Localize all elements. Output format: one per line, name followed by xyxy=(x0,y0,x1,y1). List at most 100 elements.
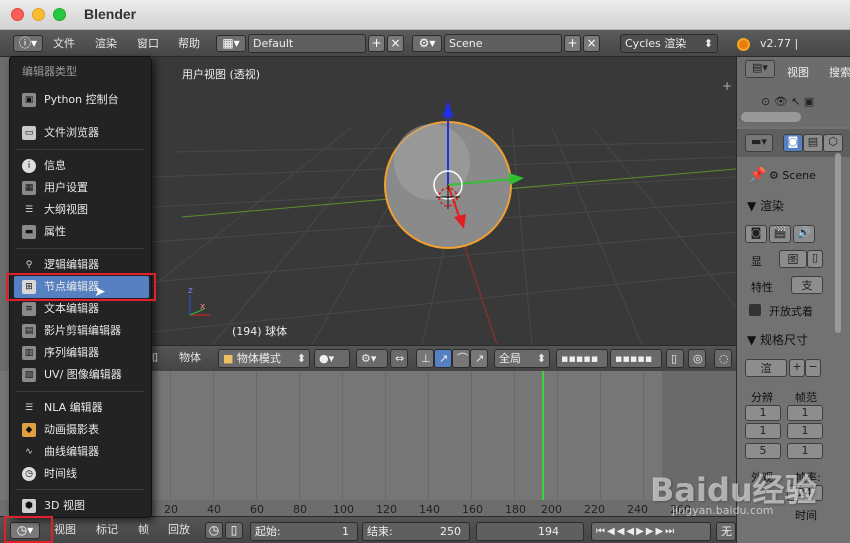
render-audio-button[interactable]: 🔊 xyxy=(793,225,815,243)
menu-item-dope-sheet[interactable]: ◆ 动画摄影表 xyxy=(10,419,151,441)
outliner-visibility-icons[interactable]: ⊙ 👁 ↖ ▣ xyxy=(761,95,814,108)
menu-item-timeline[interactable]: ◷ 时间线 xyxy=(10,463,151,485)
menu-item-text-editor[interactable]: ≡ 文本编辑器 xyxy=(10,298,151,320)
pin-icon[interactable]: 📌 xyxy=(749,167,766,183)
open-shading-checkbox[interactable] xyxy=(749,304,761,316)
layers-grid-left[interactable]: ▪▪▪▪▪ xyxy=(556,349,608,368)
sync-mode-select[interactable]: 无 xyxy=(716,522,736,541)
render-animation-button[interactable]: 🎬 xyxy=(769,225,791,243)
render-tab-icon[interactable]: ◙ xyxy=(783,134,803,152)
menu-item-nla-editor[interactable]: ☰ NLA 编辑器 xyxy=(10,397,151,419)
menu-render[interactable]: 渲染 xyxy=(95,30,117,57)
dimensions-panel-title[interactable]: ▼ 规格尺寸 xyxy=(747,331,808,348)
lock-layers-icon[interactable]: ▯ xyxy=(666,349,684,368)
menu-item-sequence-editor[interactable]: ▥ 序列编辑器 xyxy=(10,342,151,364)
lock-icon[interactable]: ▯ xyxy=(225,522,243,539)
layout-field[interactable]: Default xyxy=(248,34,366,53)
add-preset-button[interactable]: + xyxy=(789,359,805,377)
zoom-window-button[interactable] xyxy=(53,8,66,21)
frame-step-field[interactable]: 1 xyxy=(787,443,823,459)
resolution-y-field[interactable]: 1 xyxy=(745,423,781,439)
feature-select[interactable]: 支 xyxy=(791,276,823,294)
render-image-button[interactable]: ◙ xyxy=(745,225,767,243)
menu-file[interactable]: 文件 xyxy=(53,30,75,57)
layers-manipulator-icon[interactable]: ⇔ xyxy=(390,349,408,368)
render-engine-select[interactable]: Cycles 渲染 ⬍ xyxy=(620,34,718,53)
properties-editor-type-button[interactable]: ▬▾ xyxy=(745,134,773,152)
transform-orientation-select[interactable]: 全局 ⬍ xyxy=(494,349,550,368)
layout-selector-icon[interactable]: ▦▾ xyxy=(216,35,246,52)
add-scene-button[interactable]: + xyxy=(564,35,581,52)
display-lock-icon[interactable]: ▯ xyxy=(807,250,823,268)
outliner-search-menu[interactable]: 搜索 xyxy=(829,64,850,80)
start-frame-value: 1 xyxy=(342,525,349,538)
outliner-view-menu[interactable]: 视图 xyxy=(787,64,809,80)
scene-field[interactable]: Scene xyxy=(444,34,562,53)
current-frame-line[interactable] xyxy=(542,371,544,516)
timeline-menu-marker[interactable]: 标记 xyxy=(96,517,118,543)
menu-item-file-browser[interactable]: ▭ 文件浏览器 xyxy=(10,122,151,144)
menu-item-uv-image-editor[interactable]: ▧ UV/ 图像编辑器 xyxy=(10,364,151,386)
layers-tab-icon[interactable]: ▤ xyxy=(803,134,823,152)
playback-controls[interactable]: ⏮◀◀◀▶▶▶⏭ xyxy=(591,522,711,541)
outliner-scrollbar[interactable] xyxy=(741,112,801,122)
start-frame-field[interactable]: 起始: 1 xyxy=(250,522,358,541)
render-preview-icon[interactable]: ◎ xyxy=(688,349,706,368)
properties-toggle-icon[interactable]: + xyxy=(722,79,732,93)
properties-scrollbar[interactable] xyxy=(835,153,841,333)
tick-label: 80 xyxy=(293,503,307,516)
render-panel-title[interactable]: ▼ 渲染 xyxy=(747,197,784,214)
frame-start-field[interactable]: 1 xyxy=(787,405,823,421)
menu-item-3d-view[interactable]: ⬢ 3D 视图 xyxy=(10,495,151,517)
snap-icon[interactable]: ◌ xyxy=(714,349,732,368)
menu-item-user-preferences[interactable]: ▦ 用户设置 xyxy=(10,177,151,199)
resolution-x-field[interactable]: 1 xyxy=(745,405,781,421)
info-icon: i xyxy=(22,159,36,173)
scene-tab-icon[interactable]: ⬡ xyxy=(823,134,843,152)
scale-tool-icon[interactable]: ↗ xyxy=(470,349,488,368)
resolution-percent-field[interactable]: 5 xyxy=(745,443,781,459)
timeline-menu-view[interactable]: 视图 xyxy=(54,517,76,543)
remove-layout-button[interactable]: × xyxy=(387,35,404,52)
move-tool-icon[interactable]: ↗ xyxy=(434,349,452,368)
menu-item-properties[interactable]: ▬ 属性 xyxy=(10,221,151,243)
close-window-button[interactable] xyxy=(11,8,24,21)
preview-range-icon[interactable]: ◷ xyxy=(205,522,223,539)
current-frame-field[interactable]: 194 xyxy=(476,522,584,541)
tick-label: 180 xyxy=(505,503,526,516)
pivot-point-select[interactable]: ⚙▾ xyxy=(356,349,388,368)
display-select[interactable]: 图 xyxy=(779,250,807,268)
layers-grid-right[interactable]: ▪▪▪▪▪ xyxy=(610,349,662,368)
start-frame-label: 起始: xyxy=(255,525,281,538)
menu-window[interactable]: 窗口 xyxy=(137,30,159,57)
menu-item-graph-editor[interactable]: ∿ 曲线编辑器 xyxy=(10,441,151,463)
translate-manipulator-icon[interactable]: ⊥ xyxy=(416,349,434,368)
scene-selector-icon[interactable]: ⚙▾ xyxy=(412,35,442,52)
3d-viewport[interactable]: z x 用户视图 (透视) (194) 球体 + xyxy=(152,57,736,345)
z-axis-arrow[interactable] xyxy=(442,101,454,117)
mode-select[interactable]: ■ 物体模式 ⬍ xyxy=(218,349,310,368)
blender-logo-icon xyxy=(737,38,750,51)
menu-item-python-console[interactable]: ▣ Python 控制台 xyxy=(10,89,151,111)
minimize-window-button[interactable] xyxy=(32,8,45,21)
frame-end-field[interactable]: 1 xyxy=(787,423,823,439)
menu-item-outliner[interactable]: ☰ 大纲视图 xyxy=(10,199,151,221)
menu-help[interactable]: 帮助 xyxy=(178,30,200,57)
end-frame-field[interactable]: 结束: 250 xyxy=(362,522,470,541)
timeline-menu-frame[interactable]: 帧 xyxy=(138,517,149,543)
remove-scene-button[interactable]: × xyxy=(583,35,600,52)
frame-range-label: 帧范 xyxy=(795,391,817,404)
menu-object[interactable]: 物体 xyxy=(179,346,201,370)
add-layout-button[interactable]: + xyxy=(368,35,385,52)
editor-type-button[interactable]: ⓘ▾ xyxy=(13,35,43,52)
render-preset-select[interactable]: 渲 xyxy=(745,359,787,377)
menu-item-movie-clip-editor[interactable]: ▤ 影片剪辑编辑器 xyxy=(10,320,151,342)
rotate-tool-icon[interactable]: ⌒ xyxy=(452,349,470,368)
menu-item-info[interactable]: i 信息 xyxy=(10,155,151,177)
viewport-shading-select[interactable]: ●▾ xyxy=(314,349,350,368)
outliner-editor-type-button[interactable]: ▤▾ xyxy=(745,60,775,78)
menu-divider xyxy=(16,248,144,249)
remove-preset-button[interactable]: − xyxy=(805,359,821,377)
properties-icon: ▬ xyxy=(22,225,36,239)
timeline-menu-playback[interactable]: 回放 xyxy=(168,517,190,543)
